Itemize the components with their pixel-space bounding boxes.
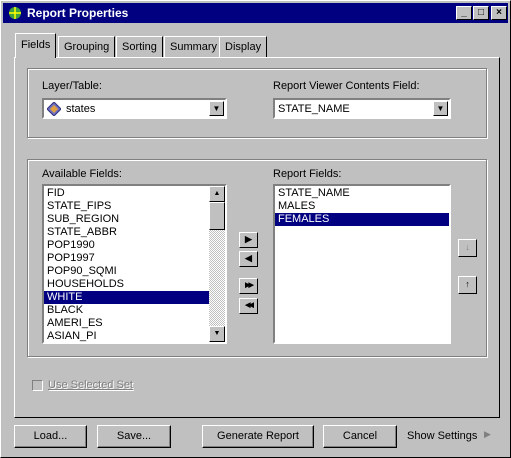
add-field-icon: ▶ — [245, 234, 252, 244]
report-properties-window: Report Properties _ □ × Fields Grouping … — [0, 0, 511, 458]
available-field-item[interactable]: HOUSEHOLDS — [44, 278, 209, 291]
fields-tab-panel: Layer/Table: states ▼ Report Viewer Cont… — [14, 57, 500, 418]
available-fields-items: FID STATE_FIPS SUB_REGION STATE_ABBR POP1990… — [44, 187, 209, 342]
move-up-button[interactable]: ↑ — [458, 276, 477, 294]
add-all-fields-button[interactable]: ▶▶ — [239, 278, 258, 294]
available-field-item[interactable]: STATE_FIPS — [44, 200, 209, 213]
move-down-button[interactable]: ↓ — [458, 239, 477, 257]
available-fields-label: Available Fields: — [42, 168, 122, 180]
report-field-item[interactable]: MALES — [275, 200, 449, 213]
tab-sorting[interactable]: Sorting — [116, 36, 163, 57]
available-field-item[interactable]: POP1997 — [44, 252, 209, 265]
minimize-button[interactable]: _ — [456, 6, 472, 20]
scroll-thumb[interactable] — [209, 202, 225, 230]
chevron-down-icon[interactable]: ▼ — [209, 101, 224, 116]
available-field-item[interactable]: FID — [44, 187, 209, 200]
report-fields-items: STATE_NAME MALES FEMALES — [275, 187, 449, 226]
available-field-item[interactable]: AMERI_ES — [44, 317, 209, 330]
close-button[interactable]: × — [491, 6, 507, 20]
available-field-item[interactable]: POP90_SQMI — [44, 265, 209, 278]
remove-all-icon: ◀◀ — [245, 302, 254, 309]
use-selected-set-label: Use Selected Set — [48, 379, 133, 391]
globe-app-icon — [9, 7, 21, 19]
tab-fields[interactable]: Fields — [15, 33, 57, 58]
report-fields-label: Report Fields: — [273, 168, 342, 180]
save-button[interactable]: Save... — [97, 425, 171, 448]
viewer-field-label: Report Viewer Contents Field: — [273, 80, 420, 92]
remove-all-fields-button[interactable]: ◀◀ — [239, 298, 258, 314]
layer-value: states — [66, 103, 96, 115]
chevron-right-icon: ▶ — [484, 429, 491, 439]
layer-combobox[interactable]: states ▼ — [42, 98, 227, 119]
tab-grouping[interactable]: Grouping — [58, 36, 116, 57]
cancel-button[interactable]: Cancel — [323, 425, 397, 448]
available-field-item[interactable]: POP1990 — [44, 239, 209, 252]
available-field-item[interactable]: ASIAN_PI — [44, 330, 209, 342]
use-selected-set-checkbox[interactable] — [32, 380, 43, 391]
tab-summary[interactable]: Summary — [164, 36, 224, 57]
generate-report-button[interactable]: Generate Report — [202, 425, 314, 448]
arrow-up-icon: ↑ — [465, 279, 470, 289]
viewer-field-value: STATE_NAME — [278, 103, 350, 115]
tab-display[interactable]: Display — [219, 36, 268, 57]
layer-label: Layer/Table: — [42, 80, 102, 92]
maximize-button[interactable]: □ — [473, 6, 489, 20]
available-field-item[interactable]: STATE_ABBR — [44, 226, 209, 239]
scroll-up-icon[interactable]: ▲ — [209, 186, 225, 202]
available-field-item[interactable]: BLACK — [44, 304, 209, 317]
report-field-item[interactable]: FEMALES — [275, 213, 449, 226]
report-field-item[interactable]: STATE_NAME — [275, 187, 449, 200]
available-field-item[interactable]: SUB_REGION — [44, 213, 209, 226]
show-settings-link[interactable]: Show Settings — [407, 430, 477, 442]
load-button[interactable]: Load... — [14, 425, 87, 448]
add-field-button[interactable]: ▶ — [239, 232, 258, 248]
viewer-field-combobox[interactable]: STATE_NAME ▼ — [273, 98, 451, 119]
remove-field-icon: ◀ — [245, 253, 252, 263]
report-fields-list[interactable]: STATE_NAME MALES FEMALES — [273, 184, 451, 344]
add-all-icon: ▶▶ — [245, 282, 254, 289]
remove-field-button[interactable]: ◀ — [239, 251, 258, 267]
title-bar[interactable]: Report Properties _ □ × — [3, 3, 508, 23]
chevron-down-icon[interactable]: ▼ — [433, 101, 448, 116]
available-field-item[interactable]: WHITE — [44, 291, 209, 304]
window-title: Report Properties — [27, 6, 129, 20]
arrow-down-icon: ↓ — [465, 242, 470, 252]
layer-diamond-icon — [47, 102, 61, 116]
available-fields-list[interactable]: FID STATE_FIPS SUB_REGION STATE_ABBR POP1990… — [42, 184, 227, 344]
scroll-down-icon[interactable]: ▼ — [209, 326, 225, 342]
available-fields-scrollbar[interactable]: ▲ ▼ — [209, 186, 225, 342]
